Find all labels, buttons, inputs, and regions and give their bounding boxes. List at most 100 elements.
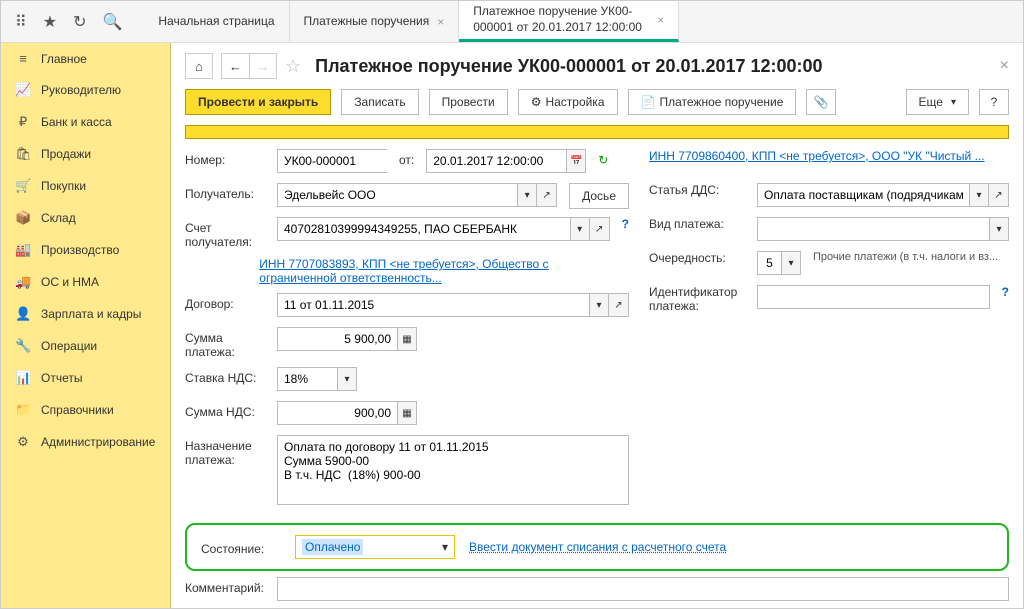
contract-label: Договор: (185, 293, 265, 311)
date-input[interactable] (426, 149, 566, 173)
calc-icon[interactable]: ▦ (397, 401, 417, 425)
post-button[interactable]: Провести (429, 89, 508, 115)
status-select[interactable]: Оплачено ▾ (295, 535, 455, 559)
dropdown-icon[interactable]: ▾ (781, 251, 801, 275)
vat-rate-label: Ставка НДС: (185, 367, 265, 385)
sidebar-item-reports[interactable]: 📊Отчеты (1, 362, 170, 394)
purpose-textarea[interactable] (277, 435, 629, 505)
vat-sum-label: Сумма НДС: (185, 401, 265, 419)
dds-input[interactable] (757, 183, 969, 207)
ruble-icon: ₽ (15, 114, 31, 130)
recipient-label: Получатель: (185, 183, 265, 201)
sidebar-item-sales[interactable]: 🛍Продажи (1, 138, 170, 170)
search-icon[interactable]: 🔍 (102, 12, 122, 32)
number-label: Номер: (185, 149, 265, 167)
status-box: Состояние: Оплачено ▾ Ввести документ сп… (185, 523, 1009, 571)
close-icon[interactable]: × (657, 13, 664, 27)
comment-input[interactable] (277, 577, 1009, 601)
identifier-label: Идентификатор платежа: (649, 285, 739, 313)
dropdown-icon: ▾ (442, 540, 448, 554)
toolbar: Провести и закрыть Записать Провести ⚙На… (171, 85, 1023, 125)
truck-icon: 🚚 (15, 274, 31, 290)
star-icon[interactable]: ★ (43, 12, 57, 32)
contract-input[interactable] (277, 293, 589, 317)
sidebar-item-bank[interactable]: ₽Банк и касса (1, 106, 170, 138)
open-icon[interactable]: ↗ (590, 217, 610, 241)
calendar-icon[interactable]: 📅 (566, 149, 586, 173)
dropdown-icon[interactable]: ▾ (589, 293, 609, 317)
doc-icon: 📄 (641, 95, 656, 109)
chart-icon: 📈 (15, 82, 31, 98)
open-icon[interactable]: ↗ (989, 183, 1009, 207)
number-input[interactable] (277, 149, 387, 173)
attach-button[interactable]: 📎 (806, 89, 836, 115)
help-icon[interactable]: ? (1002, 285, 1009, 299)
calc-icon[interactable]: ▦ (397, 327, 417, 351)
account-input[interactable] (277, 217, 570, 241)
sidebar-item-manager[interactable]: 📈Руководителю (1, 74, 170, 106)
payer-inn-link[interactable]: ИНН 7707083893, КПП <не требуется>, Обще… (259, 257, 629, 285)
forward-button[interactable]: → (249, 53, 277, 79)
factory-icon: 🏭 (15, 242, 31, 258)
back-button[interactable]: ← (221, 53, 249, 79)
gear-icon: ⚙ (531, 95, 542, 109)
vat-rate-input[interactable] (277, 367, 337, 391)
form: Номер: от: 📅 ↻ (171, 125, 1023, 608)
comment-label: Комментарий: (185, 577, 265, 595)
sum-input[interactable] (277, 327, 397, 351)
close-icon[interactable]: × (437, 15, 444, 29)
folder-icon: 📁 (15, 402, 31, 418)
box-icon: 📦 (15, 210, 31, 226)
help-button[interactable]: ? (979, 89, 1009, 115)
history-icon[interactable]: ↻ (73, 12, 86, 32)
settings-button[interactable]: ⚙Настройка (518, 89, 618, 115)
tab-payment-orders[interactable]: Платежные поручения × (290, 1, 460, 42)
open-icon[interactable]: ↗ (609, 293, 629, 317)
barchart-icon: 📊 (15, 370, 31, 386)
date-label: от: (399, 149, 414, 167)
org-inn-link[interactable]: ИНН 7709860400, КПП <не требуется>, ООО … (649, 149, 985, 163)
home-button[interactable]: ⌂ (185, 53, 213, 79)
dds-label: Статья ДДС: (649, 183, 739, 197)
recipient-input[interactable] (277, 183, 517, 207)
dropdown-icon[interactable]: ▾ (989, 217, 1009, 241)
dropdown-icon[interactable]: ▾ (969, 183, 989, 207)
sidebar-item-operations[interactable]: 🔧Операции (1, 330, 170, 362)
sidebar-item-purchases[interactable]: 🛒Покупки (1, 170, 170, 202)
refresh-icon[interactable]: ↻ (598, 149, 608, 167)
help-icon[interactable]: ? (622, 217, 629, 231)
payment-type-input[interactable] (757, 217, 989, 241)
sidebar-item-main[interactable]: ≡Главное (1, 43, 170, 74)
wrench-icon: 🔧 (15, 338, 31, 354)
sum-label: Сумма платежа: (185, 327, 265, 359)
tab-payment-order-doc[interactable]: Платежное поручение УК00-000001 от 20.01… (459, 1, 679, 42)
vat-sum-input[interactable] (277, 401, 397, 425)
dossier-button[interactable]: Досье (569, 183, 629, 209)
sidebar-item-hr[interactable]: 👤Зарплата и кадры (1, 298, 170, 330)
account-label: Счет получателя: (185, 217, 265, 249)
priority-label: Очередность: (649, 251, 739, 265)
dropdown-icon[interactable]: ▾ (570, 217, 590, 241)
identifier-input[interactable] (757, 285, 990, 309)
more-button[interactable]: Еще (906, 89, 969, 115)
tab-home[interactable]: Начальная страница (144, 1, 289, 42)
post-and-close-button[interactable]: Провести и закрыть (185, 89, 331, 115)
payment-type-label: Вид платежа: (649, 217, 739, 231)
priority-input[interactable] (757, 251, 781, 275)
sidebar-item-assets[interactable]: 🚚ОС и НМА (1, 266, 170, 298)
dropdown-icon[interactable]: ▾ (337, 367, 357, 391)
sidebar-item-production[interactable]: 🏭Производство (1, 234, 170, 266)
page-title: Платежное поручение УК00-000001 от 20.01… (315, 56, 822, 77)
open-icon[interactable]: ↗ (537, 183, 557, 207)
dropdown-icon[interactable]: ▾ (517, 183, 537, 207)
apps-icon[interactable]: ⠿ (15, 12, 27, 32)
record-button[interactable]: Записать (341, 89, 418, 115)
status-link[interactable]: Ввести документ списания с расчетного сч… (469, 540, 726, 554)
gear-icon: ⚙ (15, 434, 31, 450)
sidebar-item-references[interactable]: 📁Справочники (1, 394, 170, 426)
sidebar-item-admin[interactable]: ⚙Администрирование (1, 426, 170, 458)
payment-order-button[interactable]: 📄Платежное поручение (628, 89, 797, 115)
sidebar-item-warehouse[interactable]: 📦Склад (1, 202, 170, 234)
favorite-icon[interactable]: ☆ (285, 56, 301, 77)
close-button[interactable]: × (1000, 57, 1009, 75)
